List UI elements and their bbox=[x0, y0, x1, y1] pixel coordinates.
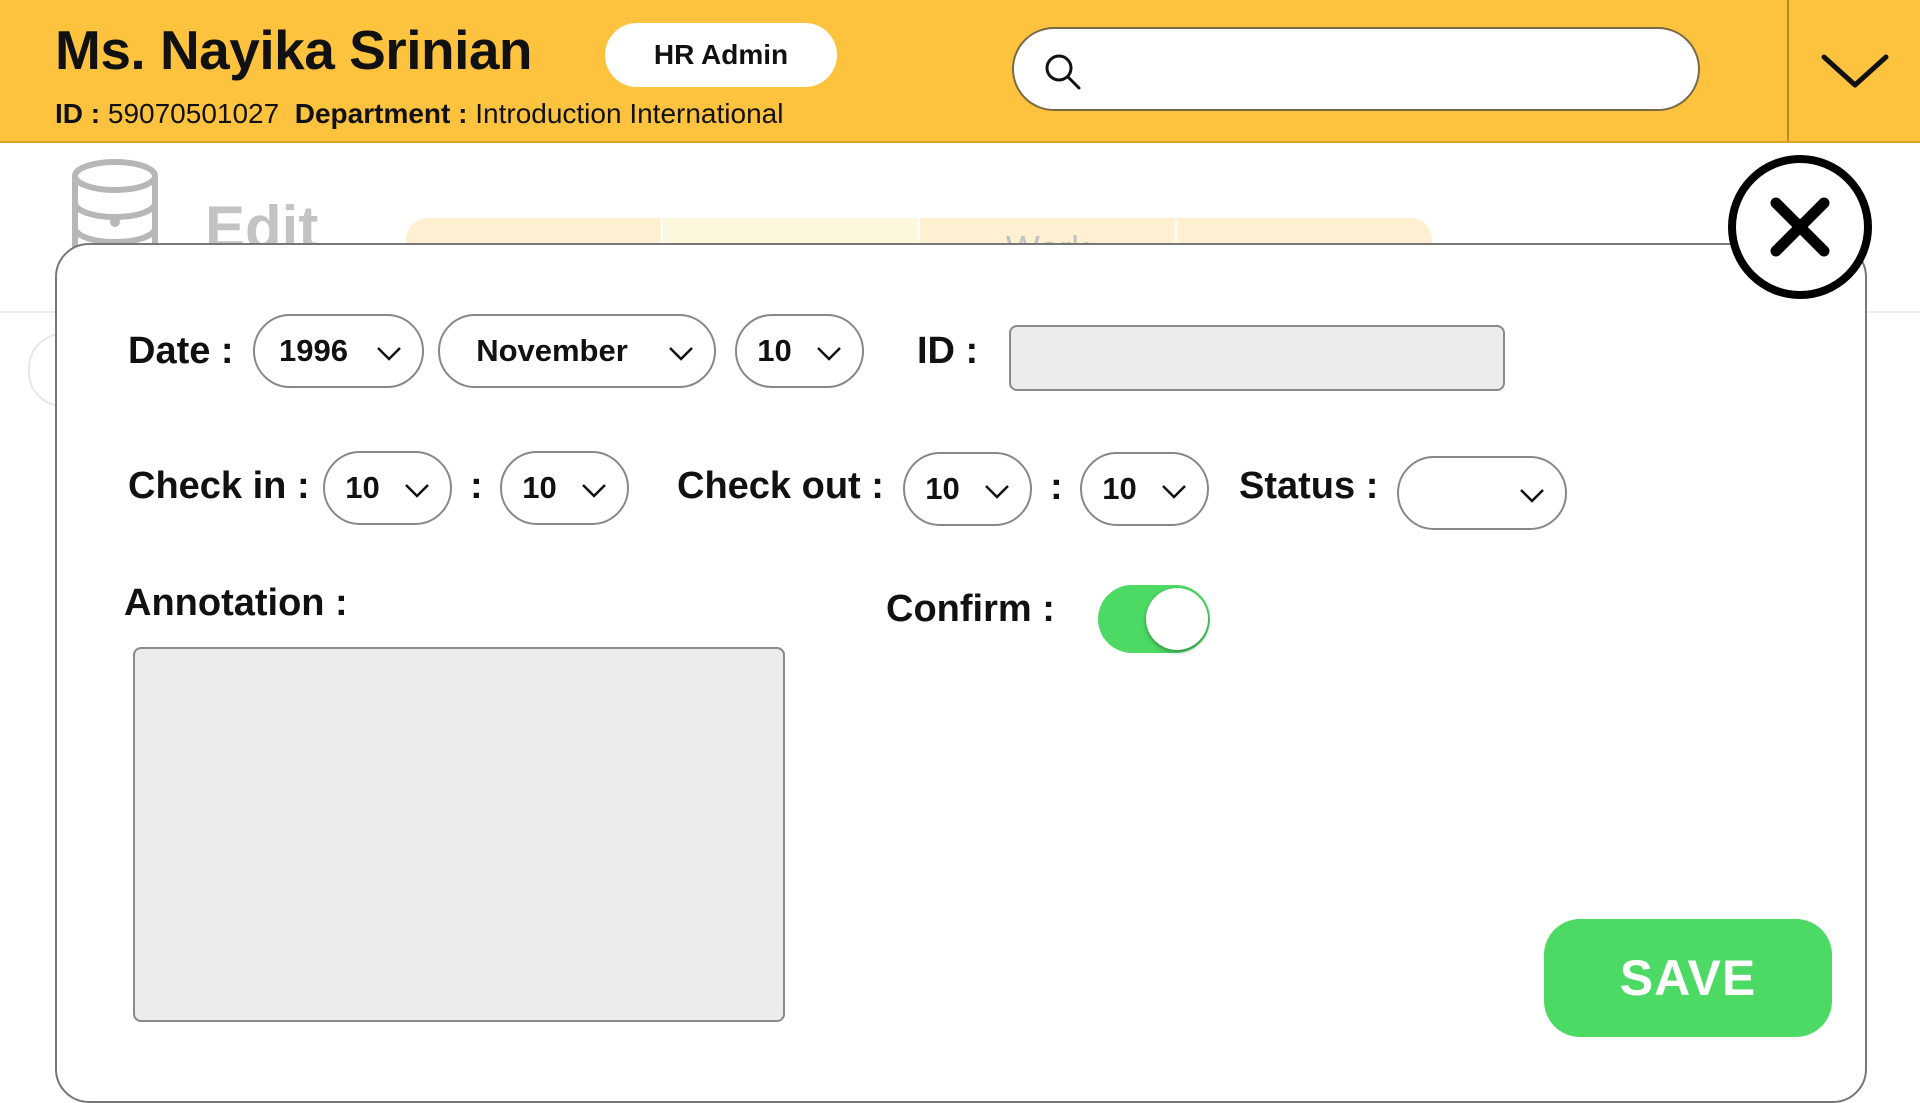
user-meta: ID : 59070501027 Department : Introducti… bbox=[55, 98, 783, 130]
role-badge: HR Admin bbox=[605, 23, 837, 87]
check-in-hour-value: 10 bbox=[345, 470, 380, 505]
chevron-down-icon bbox=[1821, 54, 1888, 87]
check-in-hour-select[interactable]: 10 bbox=[323, 451, 452, 525]
check-in-minute-select[interactable]: 10 bbox=[500, 451, 629, 525]
check-in-minute-value: 10 bbox=[522, 470, 557, 505]
check-out-hour-value: 10 bbox=[925, 471, 960, 506]
date-label: Date : bbox=[128, 330, 234, 372]
search-icon bbox=[1045, 54, 1081, 90]
department-label: Department : bbox=[294, 98, 468, 129]
check-out-separator: : bbox=[1050, 466, 1063, 508]
app-header: Ms. Nayika Srinian HR Admin ID : 5907050… bbox=[0, 0, 1920, 143]
confirm-toggle[interactable] bbox=[1098, 585, 1210, 653]
search-input[interactable] bbox=[1096, 39, 1670, 101]
id-value: 59070501027 bbox=[107, 98, 280, 129]
annotation-label: Annotation : bbox=[124, 582, 348, 624]
id-field-label: ID : bbox=[917, 330, 979, 372]
close-button[interactable] bbox=[1728, 155, 1872, 299]
search-box[interactable] bbox=[1012, 27, 1700, 111]
chevron-down-icon bbox=[985, 485, 1009, 499]
chevron-down-icon bbox=[405, 484, 429, 498]
month-select[interactable]: November bbox=[438, 314, 716, 388]
check-out-minute-value: 10 bbox=[1102, 471, 1137, 506]
day-value: 10 bbox=[757, 333, 792, 368]
check-out-minute-select[interactable]: 10 bbox=[1080, 452, 1209, 526]
check-out-label: Check out : bbox=[677, 465, 884, 507]
check-in-label: Check in : bbox=[128, 465, 310, 507]
close-icon bbox=[1770, 197, 1830, 257]
chevron-down-icon bbox=[582, 484, 606, 498]
month-value: November bbox=[476, 333, 628, 368]
chevron-down-icon bbox=[1520, 489, 1544, 503]
day-select[interactable]: 10 bbox=[735, 314, 864, 388]
check-out-hour-select[interactable]: 10 bbox=[903, 452, 1032, 526]
toggle-knob bbox=[1146, 588, 1208, 650]
id-label: ID : bbox=[55, 98, 101, 129]
status-select[interactable] bbox=[1397, 456, 1567, 530]
annotation-textarea[interactable] bbox=[133, 647, 785, 1022]
chevron-down-icon bbox=[1162, 485, 1186, 499]
chevron-down-icon bbox=[669, 347, 693, 361]
user-name: Ms. Nayika Srinian bbox=[55, 19, 533, 81]
save-button[interactable]: SAVE bbox=[1544, 919, 1832, 1037]
check-in-separator: : bbox=[470, 465, 483, 507]
chevron-down-icon bbox=[377, 347, 401, 361]
header-menu-button[interactable] bbox=[1787, 0, 1920, 141]
chevron-down-icon bbox=[817, 347, 841, 361]
status-label: Status : bbox=[1239, 465, 1379, 507]
confirm-label: Confirm : bbox=[886, 588, 1055, 630]
department-value: Introduction International bbox=[475, 98, 784, 129]
year-select[interactable]: 1996 bbox=[253, 314, 424, 388]
year-value: 1996 bbox=[279, 333, 348, 368]
id-input[interactable] bbox=[1009, 325, 1505, 391]
